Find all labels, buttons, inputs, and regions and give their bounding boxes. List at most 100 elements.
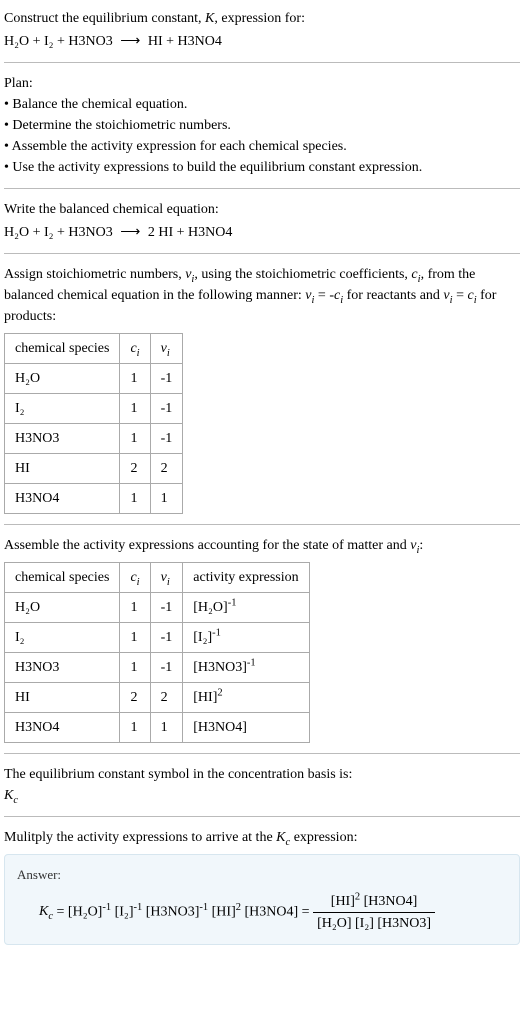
table-row: H3NO411: [5, 484, 183, 514]
table-header-row: chemical species ci νi activity expressi…: [5, 563, 310, 593]
bal-arrow: ⟶: [116, 225, 144, 240]
stoich-section: Assign stoichiometric numbers, νi, using…: [4, 264, 520, 514]
frac-num: [HI]2 [H3NO4]: [313, 891, 435, 913]
table-row: H3NO31-1: [5, 424, 183, 454]
answer-expression: Kc = [H₂O]-1 [I₂]-1 [H3NO3]-1 [HI]2 [H3N…: [17, 891, 507, 934]
activity-intro: Assemble the activity expressions accoun…: [4, 535, 520, 556]
plan-item: • Assemble the activity expression for e…: [4, 136, 520, 157]
term: [H3NO4]: [245, 904, 299, 919]
term: [I₂]: [115, 904, 134, 919]
cell-species: HI: [5, 683, 120, 713]
cell-v: -1: [150, 394, 183, 424]
col-vi: νi: [150, 563, 183, 593]
kc-line1: The equilibrium constant symbol in the c…: [4, 764, 520, 785]
expr-pow: -1: [228, 597, 237, 608]
divider: [4, 753, 520, 754]
divider: [4, 253, 520, 254]
num-pow: 2: [355, 891, 360, 902]
prompt-line1: Construct the equilibrium constant, K, e…: [4, 8, 520, 29]
bal-rhs: 2 HI + H3NO4: [148, 225, 233, 240]
balanced-equation: H₂O + I₂ + H3NO3 ⟶ 2 HI + H3NO4: [4, 222, 520, 243]
term: [H3NO3]: [146, 904, 200, 919]
table-row: HI22[HI]2: [5, 683, 310, 713]
cell-species: H3NO4: [5, 484, 120, 514]
expr-pow: -1: [247, 657, 256, 668]
kc-symbol-section: The equilibrium constant symbol in the c…: [4, 764, 520, 806]
cell-species: I₂: [5, 623, 120, 653]
balanced-title: Write the balanced chemical equation:: [4, 199, 520, 220]
col-ci: ci: [120, 563, 150, 593]
eq-arrow: ⟶: [116, 34, 144, 49]
cell-v: -1: [150, 424, 183, 454]
bal-lhs: H₂O + I₂ + H3NO3: [4, 225, 113, 240]
cell-species: H₂O: [5, 364, 120, 394]
expr-base: [H3NO3]: [193, 660, 247, 675]
cell-expr: [H₂O]-1: [183, 593, 309, 623]
cell-species: H3NO3: [5, 653, 120, 683]
col-species: chemical species: [5, 334, 120, 364]
cell-species: H3NO4: [5, 713, 120, 743]
table-row: HI22: [5, 454, 183, 484]
activity-table: chemical species ci νi activity expressi…: [4, 562, 310, 743]
term-pow: -1: [133, 902, 142, 913]
prompt-section: Construct the equilibrium constant, K, e…: [4, 8, 520, 52]
cell-v: -1: [150, 623, 183, 653]
expr-base: [H3NO4]: [193, 720, 247, 735]
num-term: [HI]: [331, 894, 355, 909]
kc-line2: Kc: [4, 785, 520, 806]
activity-section: Assemble the activity expressions accoun…: [4, 535, 520, 743]
cell-expr: [H3NO4]: [183, 713, 309, 743]
term: [HI]: [212, 904, 236, 919]
cell-v: 2: [150, 683, 183, 713]
expr-base: [H₂O]: [193, 600, 227, 615]
cell-c: 1: [120, 364, 150, 394]
multiply-section: Mulitply the activity expressions to arr…: [4, 827, 520, 848]
cell-c: 1: [120, 713, 150, 743]
num-term: [H3NO4]: [364, 894, 418, 909]
cell-c: 1: [120, 653, 150, 683]
cell-expr: [HI]2: [183, 683, 309, 713]
cell-v: -1: [150, 653, 183, 683]
plan-item: • Balance the chemical equation.: [4, 94, 520, 115]
plan-item: • Determine the stoichiometric numbers.: [4, 115, 520, 136]
expr-pow: -1: [212, 627, 221, 638]
multiply-line: Mulitply the activity expressions to arr…: [4, 827, 520, 848]
answer-lhs: Kc: [39, 904, 53, 919]
cell-v: -1: [150, 364, 183, 394]
cell-c: 2: [120, 683, 150, 713]
table-header-row: chemical species ci νi: [5, 334, 183, 364]
cell-species: H3NO3: [5, 424, 120, 454]
equals: =: [302, 904, 313, 919]
divider: [4, 62, 520, 63]
table-row: H₂O1-1[H₂O]-1: [5, 593, 310, 623]
den-term: [H3NO3]: [377, 916, 431, 931]
cell-c: 1: [120, 484, 150, 514]
plan-title: Plan:: [4, 73, 520, 94]
eq-lhs: H₂O + I₂ + H3NO3: [4, 34, 113, 49]
cell-species: HI: [5, 454, 120, 484]
col-species: chemical species: [5, 563, 120, 593]
stoich-intro: Assign stoichiometric numbers, νi, using…: [4, 264, 520, 327]
cell-expr: [I₂]-1: [183, 623, 309, 653]
frac-den: [H₂O] [I₂] [H3NO3]: [313, 913, 435, 934]
answer-box: Answer: Kc = [H₂O]-1 [I₂]-1 [H3NO3]-1 [H…: [4, 854, 520, 945]
term-pow: -1: [102, 902, 111, 913]
term-pow: 2: [236, 902, 241, 913]
table-row: H3NO411[H3NO4]: [5, 713, 310, 743]
cell-c: 1: [120, 394, 150, 424]
term: [H₂O]: [68, 904, 102, 919]
divider: [4, 816, 520, 817]
cell-v: 2: [150, 454, 183, 484]
term-pow: -1: [199, 902, 208, 913]
divider: [4, 188, 520, 189]
table-row: I₂1-1[I₂]-1: [5, 623, 310, 653]
cell-c: 1: [120, 593, 150, 623]
table-row: I₂1-1: [5, 394, 183, 424]
cell-v: 1: [150, 484, 183, 514]
answer-label: Answer:: [17, 865, 507, 885]
cell-expr: [H3NO3]-1: [183, 653, 309, 683]
expr-base: [HI]: [193, 690, 217, 705]
balanced-section: Write the balanced chemical equation: H₂…: [4, 199, 520, 243]
expr-base: [I₂]: [193, 630, 212, 645]
cell-c: 1: [120, 623, 150, 653]
